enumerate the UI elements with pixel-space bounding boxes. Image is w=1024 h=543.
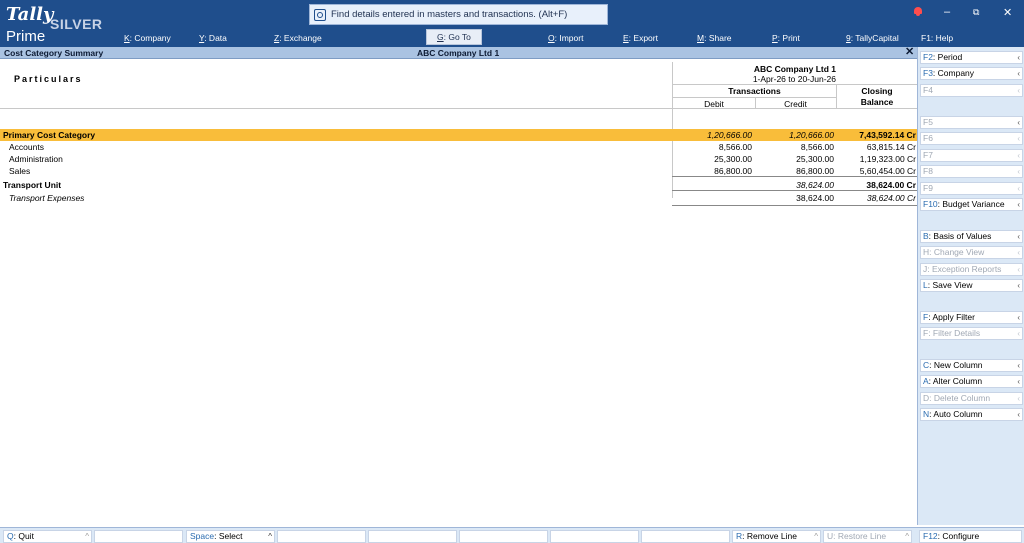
menu-import[interactable]: O: Import bbox=[548, 31, 583, 45]
save-view-button[interactable]: L: Save View ‹ bbox=[920, 279, 1023, 292]
divider bbox=[673, 84, 918, 85]
menu-share[interactable]: M: Share bbox=[697, 31, 732, 45]
report-title-bar: Cost Category Summary ABC Company Ltd 1 … bbox=[0, 46, 917, 59]
chevron-up-icon: ^ bbox=[905, 532, 909, 541]
close-report-icon[interactable]: ✕ bbox=[905, 46, 914, 58]
particulars-header: Particulars bbox=[14, 74, 83, 84]
menu-data[interactable]: Y: Data bbox=[199, 31, 227, 45]
menu-help[interactable]: F1: Help bbox=[921, 31, 953, 45]
bottom-empty-button[interactable] bbox=[368, 530, 457, 543]
period-button[interactable]: F2: Period ‹ bbox=[920, 51, 1023, 64]
remove-line-button[interactable]: R: Remove Line ^ bbox=[732, 530, 821, 543]
column-header: ABC Company Ltd 1 1-Apr-26 to 20-Jun-26 … bbox=[672, 62, 918, 109]
column-company: ABC Company Ltd 1 bbox=[753, 64, 836, 74]
apply-filter-button[interactable]: F: Apply Filter ‹ bbox=[920, 311, 1023, 324]
top-bar: Tally SILVER Prime Find details entered … bbox=[0, 0, 1024, 47]
divider bbox=[755, 97, 756, 108]
chevron-left-icon: ‹ bbox=[1017, 184, 1020, 193]
close-window-button[interactable]: ✕ bbox=[1003, 6, 1012, 19]
chevron-left-icon: ‹ bbox=[1017, 265, 1020, 274]
table-row[interactable]: Transport Expenses 38,624.00 38,624.00 C… bbox=[0, 192, 917, 204]
f5-button[interactable]: F5 ‹ bbox=[920, 116, 1023, 129]
chevron-left-icon: ‹ bbox=[1017, 281, 1020, 290]
budget-variance-button[interactable]: F10: Budget Variance ‹ bbox=[920, 198, 1023, 211]
brand-name: Tally bbox=[6, 4, 54, 25]
search-icon bbox=[314, 8, 326, 21]
exception-reports-button[interactable]: J: Exception Reports ‹ bbox=[920, 263, 1023, 276]
divider bbox=[672, 176, 917, 177]
chevron-left-icon: ‹ bbox=[1017, 167, 1020, 176]
chevron-left-icon: ‹ bbox=[1017, 410, 1020, 419]
change-view-button[interactable]: H: Change View ‹ bbox=[920, 246, 1023, 259]
notification-bell-icon[interactable] bbox=[913, 6, 923, 16]
company-title: ABC Company Ltd 1 bbox=[417, 48, 500, 58]
company-button[interactable]: F3: Company ‹ bbox=[920, 67, 1023, 80]
closing-balance-header: Closing Balance bbox=[860, 86, 894, 107]
table-row[interactable]: Administration 25,300.00 25,300.00 1,19,… bbox=[0, 153, 917, 165]
chevron-left-icon: ‹ bbox=[1017, 313, 1020, 322]
bottom-empty-button[interactable] bbox=[94, 530, 183, 543]
bottom-bar: Q: Quit ^ Space: Select ^ R: Remove Line ^ … bbox=[0, 527, 1024, 543]
chevron-up-icon: ^ bbox=[85, 532, 89, 541]
chevron-up-icon: ^ bbox=[268, 532, 272, 541]
bottom-empty-button[interactable] bbox=[550, 530, 639, 543]
chevron-left-icon: ‹ bbox=[1017, 377, 1020, 386]
f9-button[interactable]: F9 ‹ bbox=[920, 182, 1023, 195]
delete-column-button[interactable]: D: Delete Column ‹ bbox=[920, 392, 1023, 405]
select-button[interactable]: Space: Select ^ bbox=[186, 530, 275, 543]
f6-button[interactable]: F6 ‹ bbox=[920, 132, 1023, 145]
menu-tallycapital[interactable]: 9: TallyCapital bbox=[846, 31, 899, 45]
chevron-left-icon: ‹ bbox=[1017, 248, 1020, 257]
menu-export[interactable]: E: Export bbox=[623, 31, 658, 45]
quit-button[interactable]: Q: Quit ^ bbox=[3, 530, 92, 543]
auto-column-button[interactable]: N: Auto Column ‹ bbox=[920, 408, 1023, 421]
bottom-empty-button[interactable] bbox=[277, 530, 366, 543]
configure-button[interactable]: F12: Configure bbox=[919, 530, 1022, 543]
search-placeholder: Find details entered in masters and tran… bbox=[331, 9, 568, 20]
chevron-left-icon: ‹ bbox=[1017, 69, 1020, 78]
chevron-left-icon: ‹ bbox=[1017, 329, 1020, 338]
divider bbox=[672, 205, 917, 206]
divider bbox=[0, 108, 917, 109]
restore-button[interactable]: ⧉ bbox=[973, 7, 979, 18]
bottom-empty-button[interactable] bbox=[641, 530, 730, 543]
alter-column-button[interactable]: A: Alter Column ‹ bbox=[920, 375, 1023, 388]
chevron-left-icon: ‹ bbox=[1017, 361, 1020, 370]
report-body: Particulars ABC Company Ltd 1 1-Apr-26 t… bbox=[0, 60, 918, 525]
menu-goto[interactable]: G: Go To bbox=[426, 29, 482, 45]
divider bbox=[836, 84, 837, 108]
f7-button[interactable]: F7 ‹ bbox=[920, 149, 1023, 162]
filter-details-button[interactable]: F: Filter Details ‹ bbox=[920, 327, 1023, 340]
basis-of-values-button[interactable]: B: Basis of Values ‹ bbox=[920, 230, 1023, 243]
button-panel: F2: Period ‹ F3: Company ‹ F4 ‹ F5 ‹ F6 ‹ F7 ‹… bbox=[917, 47, 1024, 525]
divider bbox=[672, 190, 917, 191]
minimize-button[interactable]: – bbox=[944, 6, 950, 18]
table-row[interactable]: Accounts 8,566.00 8,566.00 63,815.14 Cr bbox=[0, 141, 917, 153]
search-input[interactable]: Find details entered in masters and tran… bbox=[309, 4, 608, 25]
chevron-left-icon: ‹ bbox=[1017, 151, 1020, 160]
menu-exchange[interactable]: Z: Exchange bbox=[274, 31, 322, 45]
chevron-up-icon: ^ bbox=[814, 532, 818, 541]
chevron-left-icon: ‹ bbox=[1017, 53, 1020, 62]
table-row[interactable]: Primary Cost Category 1,20,666.00 1,20,6… bbox=[0, 129, 917, 141]
menu-company[interactable]: K: Company bbox=[124, 31, 171, 45]
chevron-left-icon: ‹ bbox=[1017, 200, 1020, 209]
f8-button[interactable]: F8 ‹ bbox=[920, 165, 1023, 178]
report-title: Cost Category Summary bbox=[4, 48, 104, 58]
chevron-left-icon: ‹ bbox=[1017, 134, 1020, 143]
chevron-left-icon: ‹ bbox=[1017, 86, 1020, 95]
restore-line-button[interactable]: U: Restore Line ^ bbox=[823, 530, 912, 543]
column-period: 1-Apr-26 to 20-Jun-26 bbox=[752, 74, 836, 84]
menu-print[interactable]: P: Print bbox=[772, 31, 800, 45]
chevron-left-icon: ‹ bbox=[1017, 232, 1020, 241]
transactions-header: Transactions bbox=[728, 86, 781, 96]
f4-button[interactable]: F4 ‹ bbox=[920, 84, 1023, 97]
new-column-button[interactable]: C: New Column ‹ bbox=[920, 359, 1023, 372]
chevron-left-icon: ‹ bbox=[1017, 118, 1020, 127]
edition-label: SILVER bbox=[50, 16, 103, 32]
chevron-left-icon: ‹ bbox=[1017, 394, 1020, 403]
bottom-empty-button[interactable] bbox=[459, 530, 548, 543]
menu-bar: K: Company Y: Data Z: Exchange G: Go To … bbox=[0, 29, 1024, 45]
